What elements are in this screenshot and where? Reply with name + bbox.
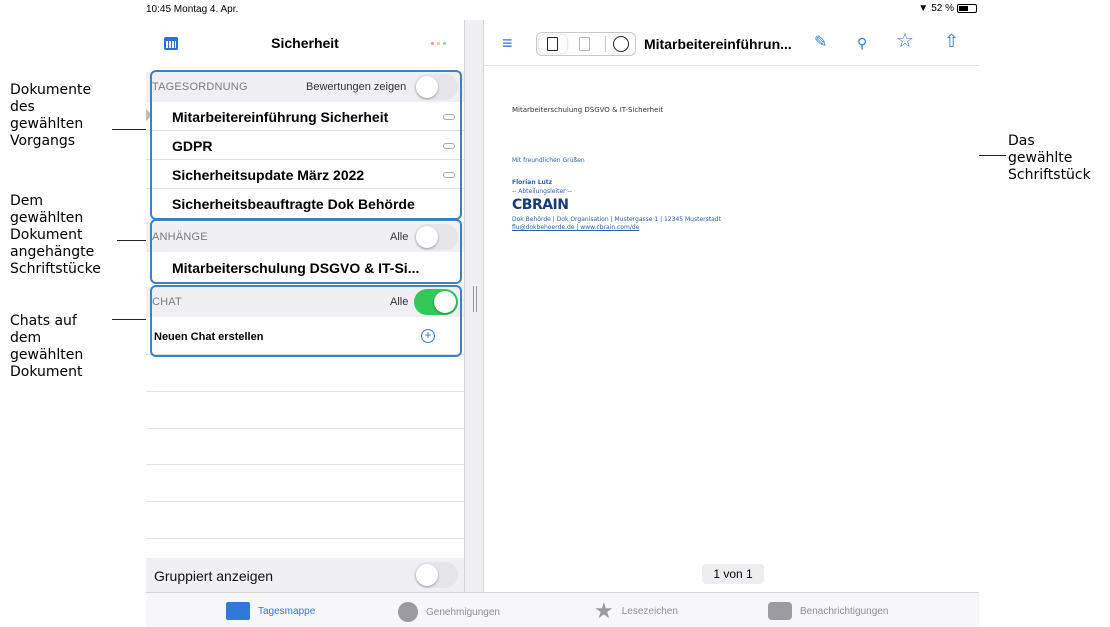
split-divider[interactable] — [464, 20, 484, 592]
annotation-line-text: dem — [10, 330, 42, 346]
edit-icon[interactable]: ✎ — [814, 34, 827, 52]
annotation-line-text: Vorgangs — [10, 133, 76, 149]
list-divider — [146, 429, 464, 465]
tab-benachrichtigungen[interactable]: Benachrichtigungen — [768, 602, 888, 620]
tab-label: Tagesmappe — [258, 605, 316, 617]
drag-handle-icon[interactable] — [473, 286, 477, 312]
tab-tagesmappe[interactable]: Tagesmappe — [226, 602, 315, 620]
left-pane: Sicherheit TAGESORDNUNG Bewertungen zeig… — [146, 20, 464, 592]
document-signer-name: Florian Lutz — [512, 179, 553, 186]
page-indicator: 1 von 1 — [702, 564, 764, 584]
tab-bar: Tagesmappe Genehmigungen ★ Lesezeichen B… — [146, 592, 979, 627]
annotation-attached-pointer — [117, 240, 146, 241]
list-divider — [146, 465, 464, 502]
annotate-page-icon[interactable] — [579, 37, 590, 51]
tab-genehmigungen[interactable]: Genehmigungen — [398, 602, 500, 622]
tab-lesezeichen[interactable]: ★ Lesezeichen — [594, 598, 678, 623]
document-page: Mitarbeiterschulung DSGVO & IT-Sicherhei… — [512, 106, 721, 231]
view-mode-segment[interactable] — [536, 32, 636, 56]
document-title: Mitarbeitereinführun... — [644, 36, 792, 52]
share-icon[interactable]: ⇧ — [944, 32, 959, 50]
annotation-selected: Das gewählte Schriftstück — [1008, 133, 1091, 184]
status-bar: 10:45 Montag 4. Apr. ▼ 52 % — [146, 0, 979, 20]
annotation-chats: Chats auf dem gewählten Dokument — [10, 313, 83, 381]
status-time: 10:45 Montag 4. Apr. — [146, 4, 239, 15]
annotation-line-text: gewählten — [10, 210, 84, 226]
battery-icon — [957, 4, 977, 13]
annotation-line-text: gewählten — [10, 116, 84, 132]
annotation-documents: Dokumente des gewählten Vorgangs — [10, 82, 91, 150]
annotation-line-text: Dokument — [10, 364, 83, 380]
annotation-line-text: des — [10, 99, 35, 115]
menu-icon[interactable]: ≡ — [502, 34, 513, 52]
annotation-line-text: gewählten — [10, 347, 84, 363]
battery-percent: 52 % — [931, 3, 954, 14]
wifi-icon: ▼ — [918, 3, 929, 14]
document-subject: Mitarbeiterschulung DSGVO & IT-Sicherhei… — [512, 106, 664, 114]
annotation-line-text: gewählte — [1008, 150, 1073, 166]
annotation-line-text: Das — [1008, 133, 1035, 149]
tab-label: Genehmigungen — [426, 606, 500, 618]
annotation-line-text: angehängte — [10, 244, 95, 260]
more-dots-icon[interactable] — [431, 42, 446, 45]
grouped-label: Gruppiert anzeigen — [154, 568, 274, 584]
approval-icon — [398, 602, 418, 622]
annotation-line-text: Dokumente — [10, 82, 92, 98]
tab-label: Benachrichtigungen — [800, 605, 889, 617]
grouped-row: Gruppiert anzeigen — [146, 558, 464, 592]
tab-label: Lesezeichen — [621, 605, 678, 617]
document-signer-role: -- Abteilungsleiter -- — [512, 188, 572, 195]
star-icon: ★ — [594, 598, 614, 623]
annotation-attached: Dem gewählten Dokument angehängte Schrif… — [10, 193, 101, 278]
star-icon[interactable]: ☆ — [896, 31, 914, 51]
highlight-agenda — [150, 70, 462, 220]
list-divider — [146, 502, 464, 539]
ipad-screen: 10:45 Montag 4. Apr. ▼ 52 % Sicherheit T… — [146, 0, 979, 627]
annotation-line-text: Dem — [10, 193, 44, 209]
highlight-attachments — [150, 219, 462, 284]
circle-icon[interactable] — [613, 36, 629, 52]
segment-separator — [605, 36, 606, 52]
list-divider — [146, 355, 464, 392]
annotation-chats-pointer — [112, 319, 146, 320]
annotation-line-text: Dokument — [10, 227, 83, 243]
chat-bubble-icon — [768, 602, 792, 620]
page-icon[interactable] — [547, 37, 558, 51]
document-pane: ≡ Mitarbeitereinführun... ✎ ⚲ ☆ ⇧ Mitarb… — [484, 20, 979, 592]
annotation-line-text: Schriftstücke — [10, 261, 101, 277]
left-header: Sicherheit — [146, 20, 464, 66]
annotation-line-text: Schriftstück — [1008, 167, 1091, 183]
document-toolbar: ≡ Mitarbeitereinführun... ✎ ⚲ ☆ ⇧ — [484, 20, 979, 66]
document-links[interactable]: flu@dokbehoerde.de | www.cbrain.com/de — [512, 224, 639, 231]
annotation-line-text: Chats auf — [10, 313, 77, 329]
highlight-chat — [150, 285, 462, 357]
document-address: Dok Behörde | Dok Organisation | Musterg… — [512, 216, 721, 223]
list-divider — [146, 392, 464, 429]
grouped-toggle[interactable] — [414, 562, 458, 588]
annotation-documents-pointer — [112, 129, 146, 130]
document-greeting: Mit freundlichen Grüßen — [512, 157, 585, 164]
status-right: ▼ 52 % — [918, 3, 977, 14]
calendar-icon — [226, 602, 250, 620]
search-icon[interactable]: ⚲ — [857, 34, 867, 52]
cbrain-logo: CBRAIN — [512, 197, 569, 213]
left-title: Sicherheit — [271, 35, 339, 51]
